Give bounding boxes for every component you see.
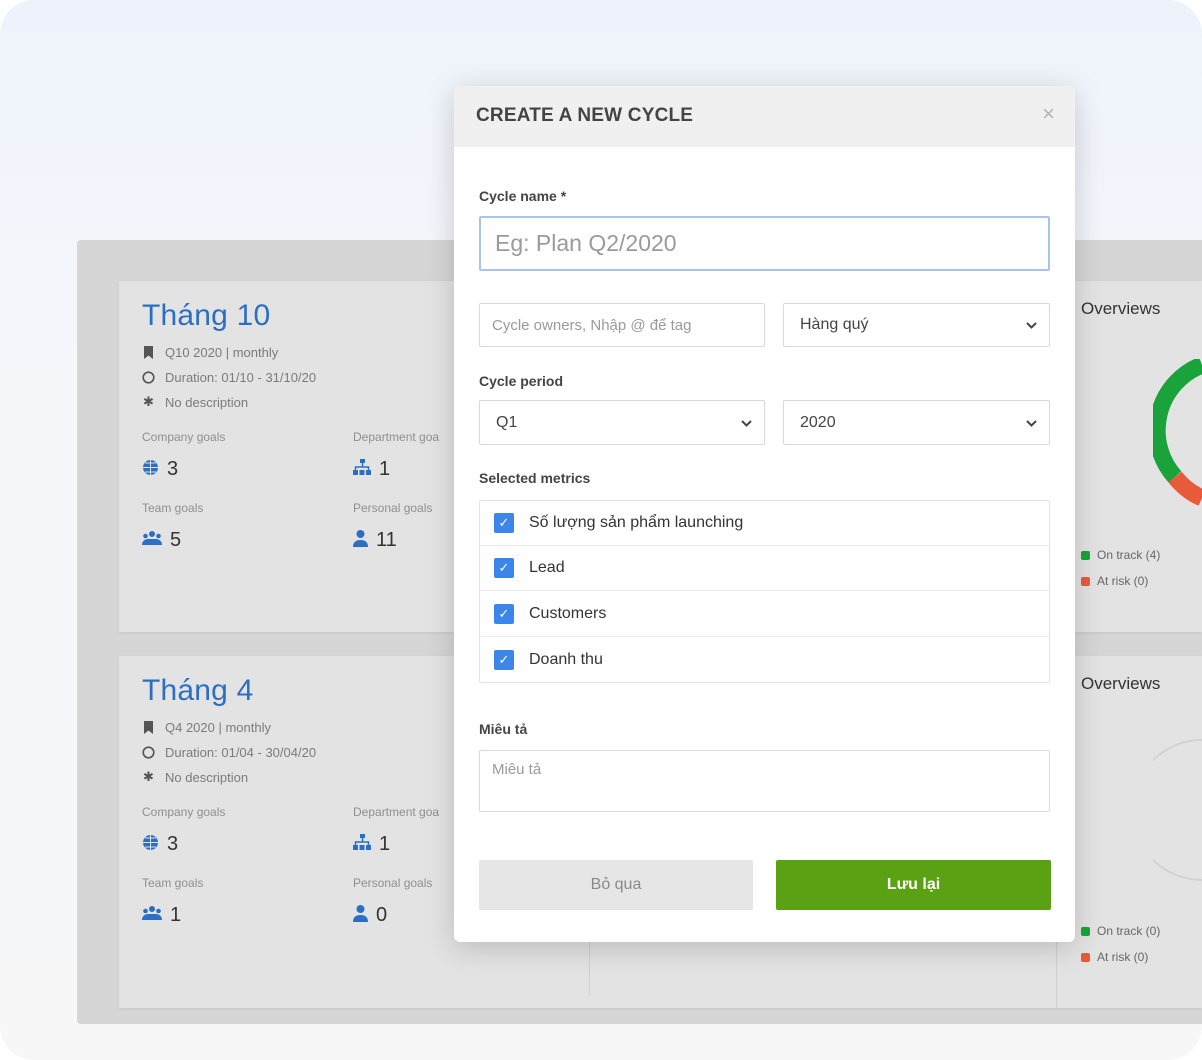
legend-on-track: On track (4) <box>1081 548 1160 562</box>
team-goals-label: Team goals <box>142 876 204 890</box>
cycle-title[interactable]: Tháng 10 <box>142 299 270 333</box>
period-quarter-value: Q1 <box>496 413 518 431</box>
cycle-duration: Duration: 01/10 - 31/10/20 <box>142 370 316 385</box>
team-icon <box>142 906 162 925</box>
create-cycle-modal: CREATE A NEW CYCLE × Cycle name * Hàng q… <box>454 86 1075 942</box>
chevron-down-icon <box>1026 416 1037 430</box>
on-track-dot <box>1081 550 1090 560</box>
team-goals-label: Team goals <box>142 501 204 515</box>
cycle-name-label: Cycle name * <box>479 188 567 204</box>
bookmark-icon <box>142 721 155 734</box>
frequency-value: Hàng quý <box>800 316 869 333</box>
department-goals-value[interactable]: 1 <box>353 833 390 856</box>
selected-metrics-label: Selected metrics <box>479 470 591 486</box>
cycle-code-text: Q4 2020 | monthly <box>165 720 271 735</box>
at-risk-segment <box>1168 471 1202 506</box>
globe-icon <box>142 459 159 481</box>
cycle-description: ✱ No description <box>142 394 248 410</box>
cycle-duration-text: Duration: 01/04 - 30/04/20 <box>165 745 317 760</box>
cycle-owners-input[interactable] <box>479 303 765 347</box>
clock-icon <box>142 746 155 759</box>
metric-item[interactable]: ✓ Lead <box>480 546 1049 591</box>
metric-item[interactable]: ✓ Customers <box>480 592 1049 637</box>
company-goals-value[interactable]: 3 <box>142 833 178 856</box>
at-risk-dot <box>1081 576 1090 586</box>
card-divider <box>589 936 590 996</box>
on-track-segment <box>1153 359 1202 483</box>
department-goals-label: Department goa <box>353 430 440 444</box>
team-goals-value[interactable]: 5 <box>142 529 181 552</box>
cycle-code: Q10 2020 | monthly <box>142 345 278 360</box>
metrics-list: ✓ Số lượng sản phẩm launching ✓ Lead ✓ C… <box>479 500 1050 683</box>
period-quarter-select[interactable]: Q1 <box>479 400 765 445</box>
globe-icon <box>142 834 159 856</box>
period-year-select[interactable]: 2020 <box>783 400 1050 445</box>
overview-title: Overviews <box>1081 674 1161 693</box>
metric-label: Customers <box>529 605 607 622</box>
team-goals-value[interactable]: 1 <box>142 904 181 927</box>
cancel-button[interactable]: Bỏ qua <box>479 860 753 910</box>
metric-label: Lead <box>529 559 565 576</box>
empty-ring <box>1153 739 1202 881</box>
at-risk-dot <box>1081 952 1090 962</box>
overview-donut-chart <box>1153 359 1202 506</box>
team-icon <box>142 531 162 550</box>
cycle-code: Q4 2020 | monthly <box>142 720 271 735</box>
department-goals-label: Department goa <box>353 805 440 819</box>
cycle-description-text: No description <box>165 394 249 410</box>
save-button[interactable]: Lưu lại <box>776 860 1051 910</box>
personal-goals-label: Personal goals <box>353 501 433 515</box>
cycle-name-input[interactable] <box>479 216 1050 271</box>
checkbox-checked[interactable]: ✓ <box>494 558 514 578</box>
cycle-duration-text: Duration: 01/10 - 31/10/20 <box>165 370 317 385</box>
metric-item[interactable]: ✓ Doanh thu <box>480 637 1049 682</box>
metric-label: Số lượng sản phẩm launching <box>529 514 744 531</box>
personal-goals-value[interactable]: 0 <box>353 904 387 927</box>
cycle-description: ✱ No description <box>142 769 248 785</box>
bookmark-icon <box>142 346 155 359</box>
person-icon <box>353 904 368 927</box>
gear-icon: ✱ <box>143 394 154 409</box>
period-year-value: 2020 <box>800 413 836 431</box>
cycle-code-text: Q10 2020 | monthly <box>165 345 279 360</box>
department-goals-value[interactable]: 1 <box>353 458 390 481</box>
clock-icon <box>142 371 155 384</box>
metric-item[interactable]: ✓ Số lượng sản phẩm launching <box>480 501 1049 546</box>
legend-at-risk: At risk (0) <box>1081 574 1148 588</box>
cycle-period-label: Cycle period <box>479 373 564 389</box>
modal-header: CREATE A NEW CYCLE × <box>454 86 1075 147</box>
person-icon <box>353 529 368 552</box>
legend-on-track: On track (0) <box>1081 924 1160 938</box>
on-track-dot <box>1081 926 1090 936</box>
frequency-select[interactable]: Hàng quý <box>783 303 1050 347</box>
personal-goals-value[interactable]: 11 <box>353 529 397 552</box>
overview-donut-chart <box>1153 739 1202 881</box>
cycle-duration: Duration: 01/04 - 30/04/20 <box>142 745 316 760</box>
description-textarea[interactable]: Miêu tả <box>479 750 1050 812</box>
legend-at-risk: At risk (0) <box>1081 950 1148 964</box>
chevron-down-icon <box>1026 318 1037 332</box>
close-icon[interactable]: × <box>1042 101 1055 127</box>
modal-title: CREATE A NEW CYCLE <box>476 105 694 126</box>
checkbox-checked[interactable]: ✓ <box>494 513 514 533</box>
chevron-down-icon <box>741 416 752 430</box>
personal-goals-label: Personal goals <box>353 876 433 890</box>
org-chart-icon <box>353 834 371 855</box>
gear-icon: ✱ <box>143 769 154 784</box>
metric-label: Doanh thu <box>529 650 603 668</box>
company-goals-label: Company goals <box>142 805 226 819</box>
company-goals-label: Company goals <box>142 430 226 444</box>
app-frame: Tháng 10 Q10 2020 | monthly Duration: 01… <box>0 0 1202 1060</box>
cycle-title[interactable]: Tháng 4 <box>142 674 253 708</box>
cycle-description-text: No description <box>165 769 249 785</box>
checkbox-checked[interactable]: ✓ <box>494 604 514 624</box>
checkbox-checked[interactable]: ✓ <box>494 649 514 670</box>
org-chart-icon <box>353 459 371 480</box>
overview-title: Overviews <box>1081 299 1161 318</box>
company-goals-value[interactable]: 3 <box>142 458 178 481</box>
description-label: Miêu tả <box>479 721 528 737</box>
